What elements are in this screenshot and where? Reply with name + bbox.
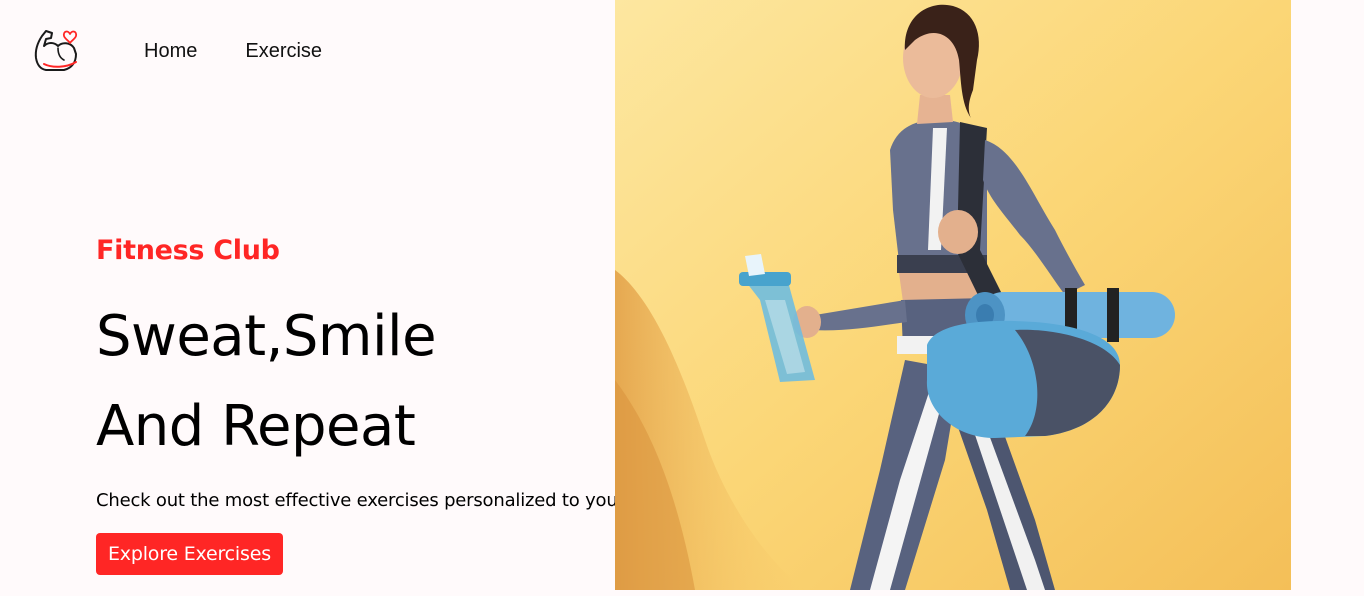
nav-link-home[interactable]: Home [144, 40, 197, 63]
hero-title: Sweat,Smile And Repeat [96, 292, 616, 472]
flexed-bicep-heart-icon[interactable] [32, 28, 80, 74]
hero-title-line-1: Sweat,Smile [96, 304, 437, 369]
navbar: Home Exercise [32, 28, 322, 74]
woman-with-yoga-mat-and-shaker-illustration [615, 0, 1291, 590]
nav-link-exercise[interactable]: Exercise [245, 40, 322, 63]
hero-subtitle: Check out the most effective exercises p… [96, 490, 618, 511]
nav-links: Home Exercise [144, 40, 322, 63]
hero-kicker: Fitness Club [96, 235, 280, 266]
hero-title-line-2: And Repeat [96, 394, 416, 459]
page: Home Exercise Fitness Club Sweat,Smile A… [0, 0, 1364, 596]
hero-banner-image [615, 0, 1291, 590]
hero-section: Fitness Club Sweat,Smile And Repeat Chec… [96, 230, 618, 575]
explore-exercises-button[interactable]: Explore Exercises [96, 533, 283, 575]
